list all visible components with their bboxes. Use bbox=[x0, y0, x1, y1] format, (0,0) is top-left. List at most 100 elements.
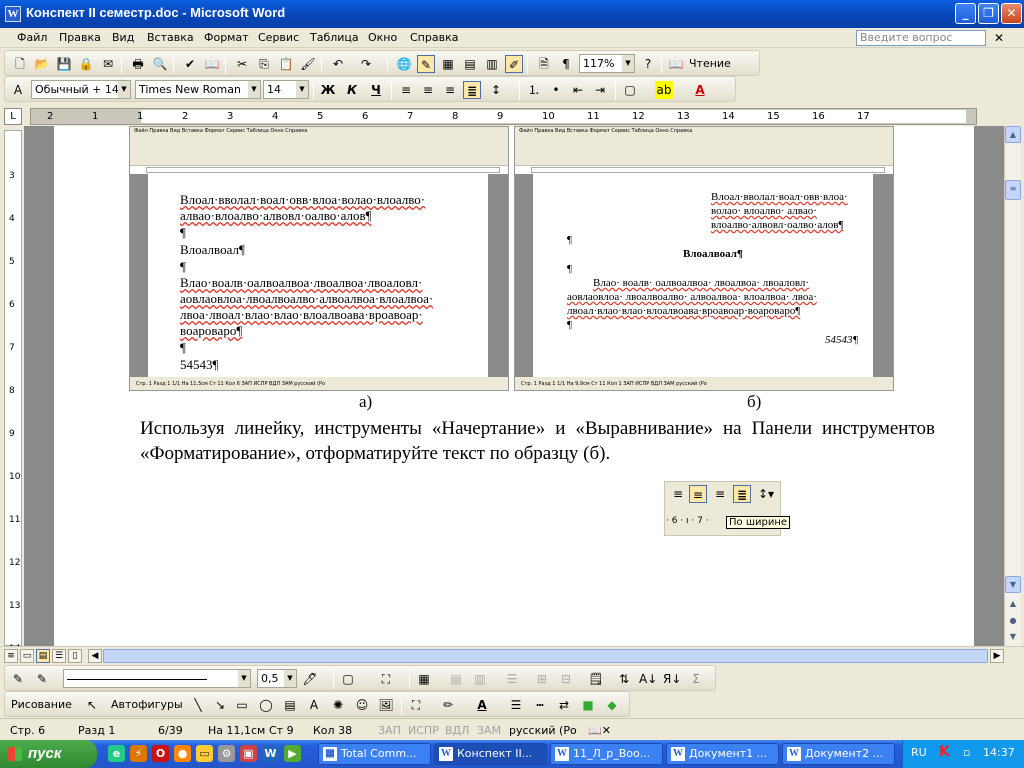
word-app-icon[interactable]: W bbox=[5, 6, 21, 22]
underline-button[interactable]: Ч bbox=[367, 81, 385, 99]
dash-style-icon[interactable]: ┅ bbox=[531, 696, 549, 714]
cut-icon[interactable]: ✂ bbox=[233, 55, 251, 73]
text-direction-icon[interactable]: ⇅ bbox=[615, 670, 633, 688]
menu-insert[interactable]: Вставка bbox=[147, 31, 194, 44]
restore-button[interactable]: ❐ bbox=[978, 3, 999, 24]
borders-icon[interactable]: ▢ bbox=[621, 81, 639, 99]
horizontal-scrollbar[interactable]: ≡ ▭ ▤ ☰ ▯ ◀ ▶ bbox=[0, 646, 1024, 664]
title-bar[interactable]: W Конспект II семестр.doc - Microsoft Wo… bbox=[0, 0, 1024, 28]
tab-selector[interactable]: L bbox=[4, 108, 22, 125]
sort-asc-icon[interactable]: A↓ bbox=[639, 670, 657, 688]
document-map-icon[interactable]: 🗎 bbox=[535, 55, 553, 73]
line-style-select[interactable]: ▼ bbox=[63, 669, 251, 688]
status-track-changes[interactable]: ИСПР bbox=[408, 724, 439, 737]
menu-format[interactable]: Формат bbox=[204, 31, 249, 44]
highlight-icon[interactable]: ab bbox=[655, 81, 673, 99]
copy-icon[interactable]: ⎘ bbox=[255, 55, 273, 73]
zoom-select[interactable]: 117% ▼ bbox=[579, 54, 635, 73]
email-icon[interactable]: ✉ bbox=[99, 55, 117, 73]
scroll-thumb-horizontal[interactable] bbox=[103, 649, 988, 663]
folder-icon[interactable]: ▭ bbox=[196, 745, 213, 762]
split-cells-icon[interactable]: ▥ bbox=[471, 670, 489, 688]
document-close-icon[interactable]: ✕ bbox=[994, 31, 1004, 45]
picture-icon[interactable]: 🖼 bbox=[377, 696, 395, 714]
oval-tool-icon[interactable]: ◯ bbox=[257, 696, 275, 714]
decrease-indent-icon[interactable]: ⇤ bbox=[569, 81, 587, 99]
line-color-icon[interactable]: ✏ bbox=[439, 696, 457, 714]
research-icon[interactable]: 📖 bbox=[203, 55, 221, 73]
font-color-icon[interactable]: A bbox=[691, 81, 709, 99]
normal-view-icon[interactable]: ≡ bbox=[4, 649, 18, 663]
menu-window[interactable]: Окно bbox=[368, 31, 397, 44]
menu-edit[interactable]: Правка bbox=[59, 31, 101, 44]
line-tool-icon[interactable]: ╲ bbox=[189, 696, 207, 714]
tray-icon[interactable]: ▫ bbox=[963, 746, 970, 759]
close-button[interactable]: ✕ bbox=[1001, 3, 1022, 24]
bold-button[interactable]: Ж bbox=[319, 81, 337, 99]
arrow-style-icon[interactable]: ⇄ bbox=[555, 696, 573, 714]
next-page-icon[interactable]: ▼ bbox=[1005, 629, 1021, 646]
arrow-tool-icon[interactable]: ↘ bbox=[211, 696, 229, 714]
menu-view[interactable]: Вид bbox=[112, 31, 134, 44]
diagram-icon[interactable]: ✺ bbox=[329, 696, 347, 714]
font-color-icon[interactable]: A bbox=[473, 696, 491, 714]
horizontal-ruler[interactable]: 2 1 1 2 3 4 5 6 7 8 9 10 11 12 13 14 15 16 17 bbox=[30, 108, 977, 125]
distribute-rows-icon[interactable]: ⊞ bbox=[533, 670, 551, 688]
wordart-icon[interactable]: A bbox=[305, 696, 323, 714]
menu-tools[interactable]: Сервис bbox=[258, 31, 299, 44]
line-width-select[interactable]: 0,5 ▼ bbox=[257, 669, 297, 688]
menu-help[interactable]: Справка bbox=[410, 31, 458, 44]
read-mode-icon[interactable]: 📖 bbox=[667, 55, 685, 73]
task-document1[interactable]: W Документ1 ... bbox=[666, 743, 779, 765]
print-preview-icon[interactable]: 🔍 bbox=[151, 55, 169, 73]
status-overtype[interactable]: ЗАМ bbox=[477, 724, 501, 737]
media-icon[interactable]: ▶ bbox=[284, 745, 301, 762]
permission-icon[interactable]: 🔒 bbox=[77, 55, 95, 73]
firefox-icon[interactable]: ● bbox=[174, 745, 191, 762]
scroll-up-icon[interactable]: ▲ bbox=[1005, 126, 1021, 143]
minimize-button[interactable]: _ bbox=[955, 3, 976, 24]
sort-desc-icon[interactable]: Я↓ bbox=[663, 670, 681, 688]
drawing-menu-button[interactable]: Рисование bbox=[11, 698, 72, 711]
antivirus-icon[interactable]: K bbox=[939, 744, 950, 760]
prev-page-icon[interactable]: ▲ bbox=[1005, 596, 1021, 613]
clock[interactable]: 14:37 bbox=[983, 746, 1015, 759]
new-document-icon[interactable]: 🗋 bbox=[11, 55, 29, 73]
merge-cells-icon[interactable]: ▤ bbox=[447, 670, 465, 688]
format-painter-icon[interactable]: 🖌 bbox=[299, 55, 317, 73]
distribute-cols-icon[interactable]: ⊟ bbox=[557, 670, 575, 688]
tables-borders-icon[interactable]: ✎ bbox=[417, 55, 435, 73]
redo-icon[interactable]: ↷ bbox=[357, 55, 375, 73]
autoformat-icon[interactable]: 🗒 bbox=[587, 670, 605, 688]
align-cells-icon[interactable]: ☰ bbox=[503, 670, 521, 688]
ie-icon[interactable]: e bbox=[108, 745, 125, 762]
hyperlink-icon[interactable]: 🌐 bbox=[395, 55, 413, 73]
drawing-icon[interactable]: ✐ bbox=[505, 55, 523, 73]
print-layout-icon[interactable]: ▤ bbox=[36, 649, 50, 663]
paste-icon[interactable]: 📋 bbox=[277, 55, 295, 73]
app-icon[interactable]: ▣ bbox=[240, 745, 257, 762]
rectangle-tool-icon[interactable]: ▭ bbox=[233, 696, 251, 714]
clipart-icon[interactable]: ☺ bbox=[353, 696, 371, 714]
shadow-icon[interactable]: ■ bbox=[579, 696, 597, 714]
edit-icon[interactable]: ✎ bbox=[9, 670, 27, 688]
show-formatting-icon[interactable]: ¶ bbox=[557, 55, 575, 73]
status-record[interactable]: ЗАП bbox=[378, 724, 401, 737]
insert-table-icon[interactable]: ▦ bbox=[439, 55, 457, 73]
document-page[interactable]: Файл Правка Вид Вставка Формат Сервис Та… bbox=[54, 126, 974, 646]
justify-icon[interactable]: ≣ bbox=[463, 81, 481, 99]
read-button[interactable]: Чтение bbox=[689, 57, 731, 70]
ask-question-input[interactable]: Введите вопрос bbox=[856, 30, 986, 46]
task-document2[interactable]: W Документ2 ... bbox=[782, 743, 895, 765]
task-konspekt[interactable]: W Конспект II... bbox=[434, 743, 547, 765]
align-left-icon[interactable]: ≡ bbox=[397, 81, 415, 99]
menu-table[interactable]: Таблица bbox=[310, 31, 359, 44]
font-select[interactable]: Times New Roman ▼ bbox=[135, 80, 261, 99]
spelling-status-icon[interactable]: 📖✕ bbox=[588, 724, 611, 737]
fill-color-icon[interactable]: ⛶ bbox=[407, 696, 425, 714]
reading-view-icon[interactable]: ▯ bbox=[68, 649, 82, 663]
line-style-icon[interactable]: ☰ bbox=[507, 696, 525, 714]
print-icon[interactable]: 🖶 bbox=[129, 55, 147, 73]
italic-button[interactable]: К bbox=[343, 81, 361, 99]
menu-file[interactable]: Файл bbox=[17, 31, 47, 44]
